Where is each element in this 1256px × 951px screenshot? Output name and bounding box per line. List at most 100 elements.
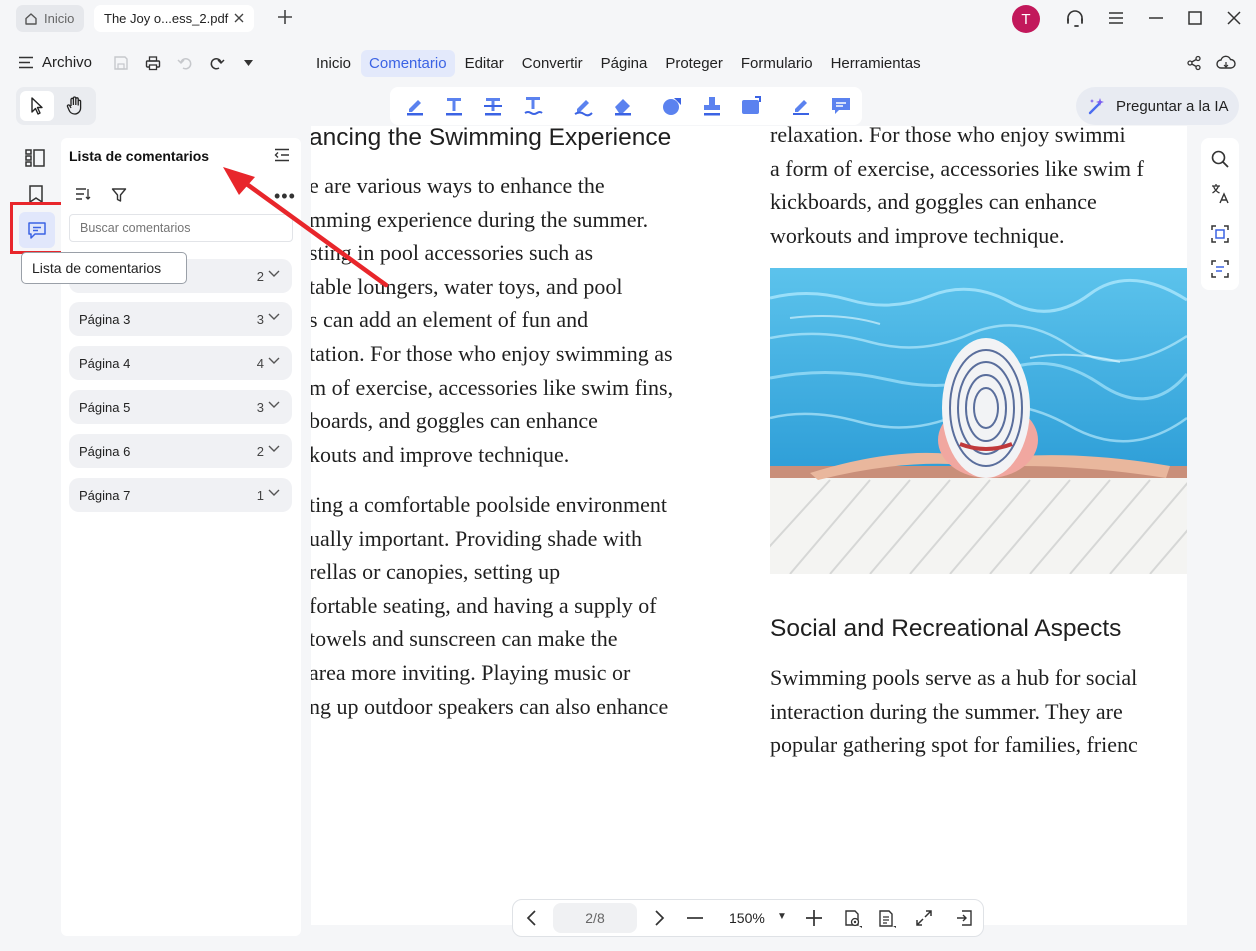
print-icon[interactable] xyxy=(145,55,161,71)
redo-icon[interactable] xyxy=(209,55,225,71)
chevron-down-icon xyxy=(268,489,280,497)
hand-tool[interactable] xyxy=(58,91,92,121)
sort-icon[interactable] xyxy=(75,187,91,201)
page-group-label: Página 5 xyxy=(79,399,131,415)
ask-ai-button[interactable]: Preguntar a la IA xyxy=(1076,87,1239,125)
menu-convertir[interactable]: Convertir xyxy=(514,50,591,77)
stamp-icon[interactable] xyxy=(701,95,723,117)
view-mode-icon[interactable] xyxy=(843,909,863,929)
page-number-input[interactable]: 2/8 xyxy=(553,903,637,933)
fit-page-icon[interactable] xyxy=(915,909,933,927)
close-icon[interactable] xyxy=(232,11,246,25)
zoom-level[interactable]: 150% xyxy=(729,910,765,926)
file-menu-label: Archivo xyxy=(42,54,93,71)
text-line: kouts and improve technique. xyxy=(311,441,570,467)
text-line: interaction during the summer. They are xyxy=(770,698,1123,724)
save-icon[interactable] xyxy=(113,55,129,71)
menu-comentario[interactable]: Comentario xyxy=(361,50,455,77)
page-group-row[interactable]: Página 3 3 xyxy=(69,302,292,336)
tab-document[interactable]: The Joy o...ess_2.pdf xyxy=(94,5,254,32)
paragraph: Swimming pools serve as a hub for social… xyxy=(770,661,1138,762)
translate-icon[interactable] xyxy=(1210,183,1230,205)
menu-proteger[interactable]: Proteger xyxy=(657,50,731,77)
scan-icon[interactable] xyxy=(1210,224,1230,244)
quick-access-dropdown-icon[interactable] xyxy=(244,60,253,66)
file-menu[interactable]: Archivo xyxy=(18,54,92,71)
page-layout-icon[interactable] xyxy=(877,909,897,929)
page-group-label: Página 7 xyxy=(79,487,131,503)
page-navigation-bar: 2/8 150% ▼ xyxy=(512,899,984,937)
cloud-icon[interactable] xyxy=(1216,55,1236,71)
page-group-row[interactable]: Página 7 1 xyxy=(69,478,292,512)
share-icon[interactable] xyxy=(1186,55,1202,71)
text-line: ually important. Providing shade with xyxy=(311,525,643,551)
search-icon[interactable] xyxy=(1210,149,1230,169)
zoom-out-icon[interactable] xyxy=(687,917,703,919)
ocr-icon[interactable] xyxy=(1210,259,1230,279)
menu-formulario[interactable]: Formulario xyxy=(733,50,821,77)
chevron-down-icon xyxy=(268,401,280,409)
signature-icon[interactable] xyxy=(790,95,812,117)
tooltip-text: Lista de comentarios xyxy=(32,260,162,276)
page-group-label: Página 4 xyxy=(79,355,131,371)
chevron-down-icon xyxy=(268,313,280,321)
maximize-icon[interactable] xyxy=(1188,11,1202,25)
prev-icon[interactable] xyxy=(526,909,538,927)
page-group-row[interactable]: Página 4 4 xyxy=(69,346,292,380)
text-line: workouts and improve technique. xyxy=(770,222,1065,248)
select-tool[interactable] xyxy=(20,91,54,121)
page-indicator: 2/8 xyxy=(585,910,605,926)
tab-document-label: The Joy o...ess_2.pdf xyxy=(104,11,229,26)
menu-inicio[interactable]: Inicio xyxy=(308,50,359,77)
text-line: kickboards, and goggles can enhance xyxy=(770,189,1097,215)
main-menu: Inicio Comentario Editar Convertir Págin… xyxy=(308,50,931,77)
page-group-row[interactable]: Página 6 2 xyxy=(69,434,292,468)
filter-icon[interactable] xyxy=(111,187,127,203)
tab-home[interactable]: Inicio xyxy=(16,5,84,32)
text-line: relaxation. For those who enjoy swimmi xyxy=(770,126,1126,147)
menu-pagina[interactable]: Página xyxy=(593,50,656,77)
chevron-down-icon xyxy=(268,357,280,365)
zoom-in-icon[interactable] xyxy=(806,910,822,926)
exit-fullscreen-icon[interactable] xyxy=(955,909,973,927)
attachment-icon[interactable] xyxy=(740,95,762,117)
eraser-icon[interactable] xyxy=(612,95,634,117)
paragraph: relaxation. For those who enjoy swimmi a… xyxy=(770,126,1144,252)
cursor-icon xyxy=(29,97,45,115)
underline-icon[interactable] xyxy=(522,95,544,117)
strikethrough-icon[interactable] xyxy=(482,95,504,117)
zoom-dropdown-icon[interactable]: ▼ xyxy=(777,911,787,922)
undo-icon[interactable] xyxy=(177,55,193,71)
document-page-right: relaxation. For those who enjoy swimmi a… xyxy=(769,126,1187,925)
page-group-row[interactable]: Página 5 3 xyxy=(69,390,292,424)
headset-icon[interactable] xyxy=(1065,10,1085,28)
page-group-count: 2 xyxy=(256,443,264,459)
thumbnails-icon[interactable] xyxy=(24,148,46,168)
avatar[interactable]: T xyxy=(1012,5,1040,33)
bookmark-icon[interactable] xyxy=(27,184,45,204)
next-icon[interactable] xyxy=(653,909,665,927)
text-line: Swimming pools serve as a hub for social xyxy=(770,665,1138,690)
text-line: ting a comfortable poolside environment xyxy=(311,492,668,517)
chevron-down-icon xyxy=(268,445,280,453)
highlight-icon[interactable] xyxy=(404,95,426,117)
text-icon[interactable] xyxy=(443,95,465,117)
annotation-arrow xyxy=(223,167,389,288)
pencil-icon[interactable] xyxy=(572,95,594,117)
minimize-icon[interactable] xyxy=(1149,17,1163,19)
text-line: area more inviting. Playing music or xyxy=(311,659,631,685)
hamburger-icon xyxy=(18,56,34,69)
menu-editar[interactable]: Editar xyxy=(457,50,512,77)
collapse-icon[interactable] xyxy=(274,148,290,162)
close-window-icon[interactable] xyxy=(1227,11,1241,25)
hamburger-icon[interactable] xyxy=(1108,11,1124,25)
shape-icon[interactable] xyxy=(661,95,683,117)
menu-herramientas[interactable]: Herramientas xyxy=(823,50,929,77)
right-tool-bar xyxy=(1201,138,1239,290)
panel-title: Lista de comentarios xyxy=(69,148,210,164)
paragraph: ting a comfortable poolside environment … xyxy=(311,488,668,723)
section-heading: Social and Recreational Aspects xyxy=(770,615,1122,642)
text-line: tation. For those who enjoy swimming as xyxy=(311,340,673,366)
note-icon[interactable] xyxy=(830,95,852,117)
plus-icon[interactable] xyxy=(276,8,294,26)
